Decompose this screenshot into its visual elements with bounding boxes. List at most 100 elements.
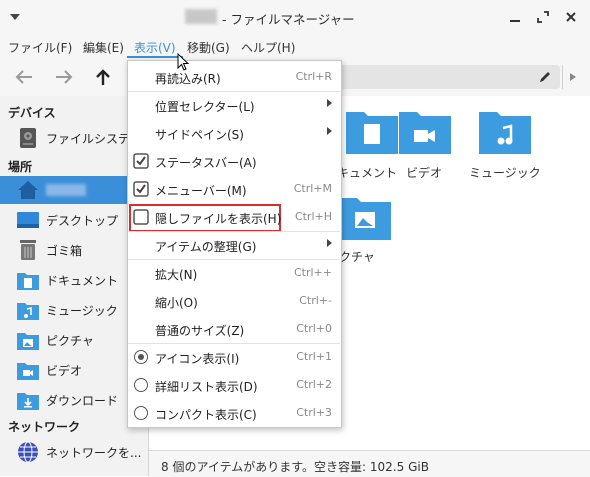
view-menu-zoom-out[interactable]: 縮小(O) Ctrl+- (128, 287, 340, 315)
file-item[interactable]: ビデオ (397, 108, 457, 188)
desktop-icon (17, 212, 39, 228)
menu-item-label: 縮小(O) (155, 296, 198, 310)
location-bar[interactable] (335, 65, 560, 89)
file-item-label: ミュージック (469, 166, 541, 180)
sidebar-item-videos[interactable]: ビデオ (0, 356, 148, 384)
chevron-right-icon (570, 73, 576, 81)
forward-arrow-icon[interactable] (54, 69, 74, 85)
view-menu-normal-size[interactable]: 普通のサイズ(Z) Ctrl+0 (128, 315, 340, 343)
sidebar-item-pictures[interactable]: ピクチャ (0, 326, 148, 354)
sidebar-item-label: ネットワークを... (46, 446, 142, 460)
menu-item-label: ステータスバー(A) (155, 156, 257, 170)
menu-item-label: メニューバー(M) (155, 184, 247, 198)
home-icon (18, 181, 38, 199)
pictures-folder-icon (339, 198, 391, 240)
menu-item-shortcut: Ctrl+R (295, 70, 332, 83)
videos-folder-icon (399, 112, 451, 154)
sidebar-item-label: ミュージック (46, 304, 118, 318)
music-folder-icon (17, 303, 39, 320)
menu-item-shortcut: Ctrl+3 (296, 406, 332, 419)
sidebar-item-downloads[interactable]: ダウンロード (0, 386, 148, 414)
menu-item-shortcut: Ctrl+M (293, 182, 332, 195)
sidebar-devices-header: デバイス (8, 106, 56, 120)
menu-item-label: 位置セレクター(L) (155, 100, 255, 114)
pictures-folder-icon (17, 333, 39, 350)
sidebar-item-network[interactable]: ネットワークを... (0, 438, 148, 466)
menu-go[interactable]: 移動(G) (187, 39, 230, 56)
mouse-cursor-icon (177, 53, 189, 71)
menu-file[interactable]: ファイル(F) (8, 39, 72, 56)
view-menu-reload[interactable]: 再読込み(R) Ctrl+R (128, 63, 340, 91)
sidebar-places-header: 場所 (8, 160, 33, 174)
view-menu-detailed-list[interactable]: 詳細リスト表示(D) Ctrl+2 (128, 371, 340, 399)
view-menu-compact-view[interactable]: コンパクト表示(C) Ctrl+3 (128, 399, 340, 427)
music-folder-icon (479, 112, 531, 154)
trash-icon (20, 240, 36, 260)
checkbox-checked-icon (133, 153, 149, 169)
sidebar-item-desktop[interactable]: デスクトップ (0, 206, 148, 234)
file-item-label: キュメント (337, 166, 398, 180)
menu-view[interactable]: 表示(V) (134, 39, 176, 56)
submenu-arrow-icon (327, 127, 332, 135)
sidebar-item-label: ピクチャ (46, 334, 94, 348)
view-menu-show-hidden[interactable]: 隠しファイルを表示(H) Ctrl+H (128, 203, 340, 232)
view-menu-icon-view[interactable]: アイコン表示(I) Ctrl+1 (128, 343, 340, 371)
file-item-label: ビデオ (406, 166, 443, 180)
sidebar-item-documents[interactable]: ドキュメント (0, 266, 148, 294)
up-arrow-icon[interactable] (94, 68, 112, 86)
title-bar: - ファイルマネージャー (0, 0, 590, 34)
menu-item-shortcut: Ctrl+- (299, 294, 332, 307)
file-item-label: クチャ (339, 250, 375, 264)
view-menu-arrange-items[interactable]: アイテムの整理(G) (128, 231, 340, 259)
edit-location-pencil-icon[interactable] (538, 70, 552, 84)
menu-edit[interactable]: 編集(E) (83, 39, 124, 56)
menu-bar: ファイル(F) 編集(E) 表示(V) 移動(G) ヘルプ(H) (0, 34, 590, 58)
menu-item-label: 詳細リスト表示(D) (155, 380, 258, 394)
sidebar-item-label: ビデオ (46, 364, 83, 378)
menu-item-shortcut: Ctrl+1 (296, 350, 332, 363)
sidebar-item-home[interactable] (0, 176, 148, 204)
radio-unselected-icon (134, 378, 148, 392)
menu-help[interactable]: ヘルプ(H) (241, 39, 295, 56)
sidebar-item-label: ドキュメント (46, 274, 119, 288)
close-icon[interactable] (564, 10, 578, 24)
menu-item-shortcut: Ctrl+H (294, 210, 332, 223)
sidebar-item-filesystem[interactable]: ファイルシステ... (0, 124, 148, 152)
sidebar-network-header: ネットワーク (8, 420, 81, 434)
sidebar-item-music[interactable]: ミュージック (0, 296, 148, 324)
file-item[interactable]: クチャ (339, 194, 399, 274)
title-username-blurred (185, 9, 217, 24)
menu-item-label: 拡大(N) (155, 268, 198, 282)
documents-folder-icon (346, 112, 398, 154)
minimize-icon[interactable] (508, 10, 522, 24)
file-item[interactable]: ミュージック (467, 108, 547, 188)
view-menu-status-bar[interactable]: ステータスバー(A) (128, 147, 340, 175)
menu-item-label: アイテムの整理(G) (155, 240, 257, 254)
view-menu-side-pane[interactable]: サイドペイン(S) (128, 119, 340, 147)
network-globe-icon (18, 441, 38, 463)
sidebar-item-label: ダウンロード (46, 394, 119, 408)
radio-selected-icon (134, 350, 148, 364)
view-menu-dropdown: 再読込み(R) Ctrl+R 位置セレクター(L) サイドペイン(S) ステータ… (127, 60, 342, 428)
checkbox-checked-icon (133, 181, 149, 197)
maximize-icon[interactable] (536, 10, 550, 24)
status-bar: 8 個のアイテムがあります。空き容量: 102.5 GiB (149, 450, 590, 477)
menu-item-label: 再読込み(R) (155, 72, 221, 86)
menu-item-label: サイドペイン(S) (155, 128, 244, 142)
videos-folder-icon (17, 363, 39, 380)
sidebar-item-trash[interactable]: ゴミ箱 (0, 236, 148, 264)
submenu-arrow-icon (327, 239, 332, 247)
view-menu-location-selector[interactable]: 位置セレクター(L) (128, 91, 340, 119)
submenu-arrow-icon (327, 99, 332, 107)
menu-item-label: 隠しファイルを表示(H) (155, 212, 282, 226)
menu-item-shortcut: Ctrl++ (293, 266, 332, 279)
menu-item-shortcut: Ctrl+0 (296, 322, 332, 335)
location-next-button[interactable] (562, 65, 583, 89)
sidebar-username-blurred (46, 184, 86, 196)
view-menu-zoom-in[interactable]: 拡大(N) Ctrl++ (128, 259, 340, 287)
back-arrow-icon[interactable] (14, 69, 34, 85)
radio-unselected-icon (134, 406, 148, 420)
window-menu-chevron-icon[interactable] (10, 13, 20, 21)
view-menu-menubar[interactable]: メニューバー(M) Ctrl+M (128, 175, 340, 203)
checkbox-unchecked-icon (133, 209, 149, 225)
